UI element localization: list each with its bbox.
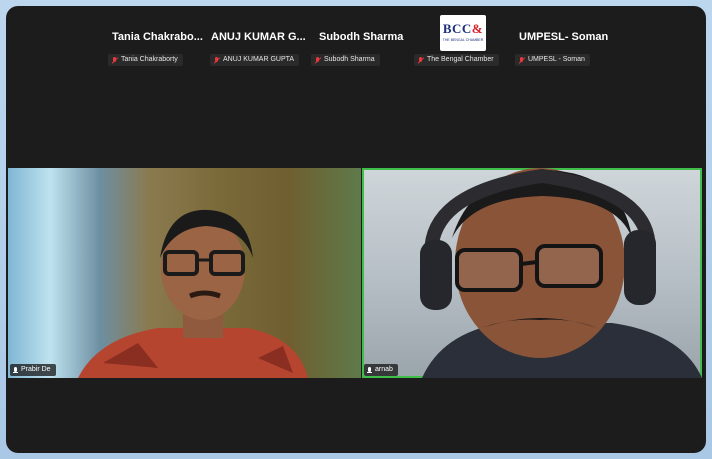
participant-tile-subodh[interactable]: Subodh Sharma Subodh Sharma <box>311 6 416 88</box>
participant-video <box>78 209 308 378</box>
participant-label: Subodh Sharma <box>311 54 380 66</box>
participant-name: Tania Chakrabo... <box>112 31 203 43</box>
participant-name-text: arnab <box>375 366 393 373</box>
participant-label-text: UMPESL - Soman <box>528 56 585 63</box>
participant-name-tag: arnab <box>364 364 398 376</box>
participant-name-text: Prabir De <box>21 366 51 373</box>
mic-muted-icon <box>315 56 321 64</box>
participant-tile-umpesl[interactable]: UMPESL- Soman UMPESL - Soman <box>511 6 626 88</box>
mic-muted-icon <box>519 56 525 64</box>
mic-muted-icon <box>418 56 424 64</box>
meeting-window: Tania Chakrabo... Tania Chakraborty ANUJ… <box>6 6 706 453</box>
participant-name-tag: Prabir De <box>10 364 56 376</box>
participant-label: UMPESL - Soman <box>515 54 590 66</box>
mic-icon <box>367 366 372 374</box>
participant-name: UMPESL- Soman <box>519 31 609 43</box>
participant-label-text: The Bengal Chamber <box>427 56 494 63</box>
participant-name: ANUJ KUMAR G... <box>211 31 306 43</box>
logo-text: BCC& <box>442 21 484 36</box>
participant-label: ANUJ KUMAR GUPTA <box>210 54 300 66</box>
participant-label-text: ANUJ KUMAR GUPTA <box>223 56 295 63</box>
participant-label-text: Tania Chakraborty <box>121 56 178 63</box>
participant-label-text: Subodh Sharma <box>324 56 375 63</box>
logo-subtext: THE BENGAL CHAMBER <box>442 38 484 42</box>
participant-tile-tania[interactable]: Tania Chakrabo... Tania Chakraborty <box>6 6 211 88</box>
mic-icon <box>13 366 18 374</box>
mic-muted-icon <box>112 56 118 64</box>
participant-label: The Bengal Chamber <box>414 54 499 66</box>
mic-muted-icon <box>214 56 220 64</box>
participant-strip: Tania Chakrabo... Tania Chakraborty ANUJ… <box>6 6 706 88</box>
participant-label: Tania Chakraborty <box>108 54 183 66</box>
participant-name: Subodh Sharma <box>319 31 404 43</box>
video-tile-prabir[interactable]: Prabir De <box>8 168 361 378</box>
video-tile-arnab[interactable]: arnab <box>362 168 702 378</box>
participant-tile-anuj[interactable]: ANUJ KUMAR G... ANUJ KUMAR GUPTA <box>206 6 316 88</box>
participant-video <box>420 168 702 378</box>
participant-tile-bengal-chamber[interactable]: BCC& THE BENGAL CHAMBER The Bengal Chamb… <box>411 6 511 88</box>
bengal-chamber-logo: BCC& THE BENGAL CHAMBER <box>440 15 486 51</box>
